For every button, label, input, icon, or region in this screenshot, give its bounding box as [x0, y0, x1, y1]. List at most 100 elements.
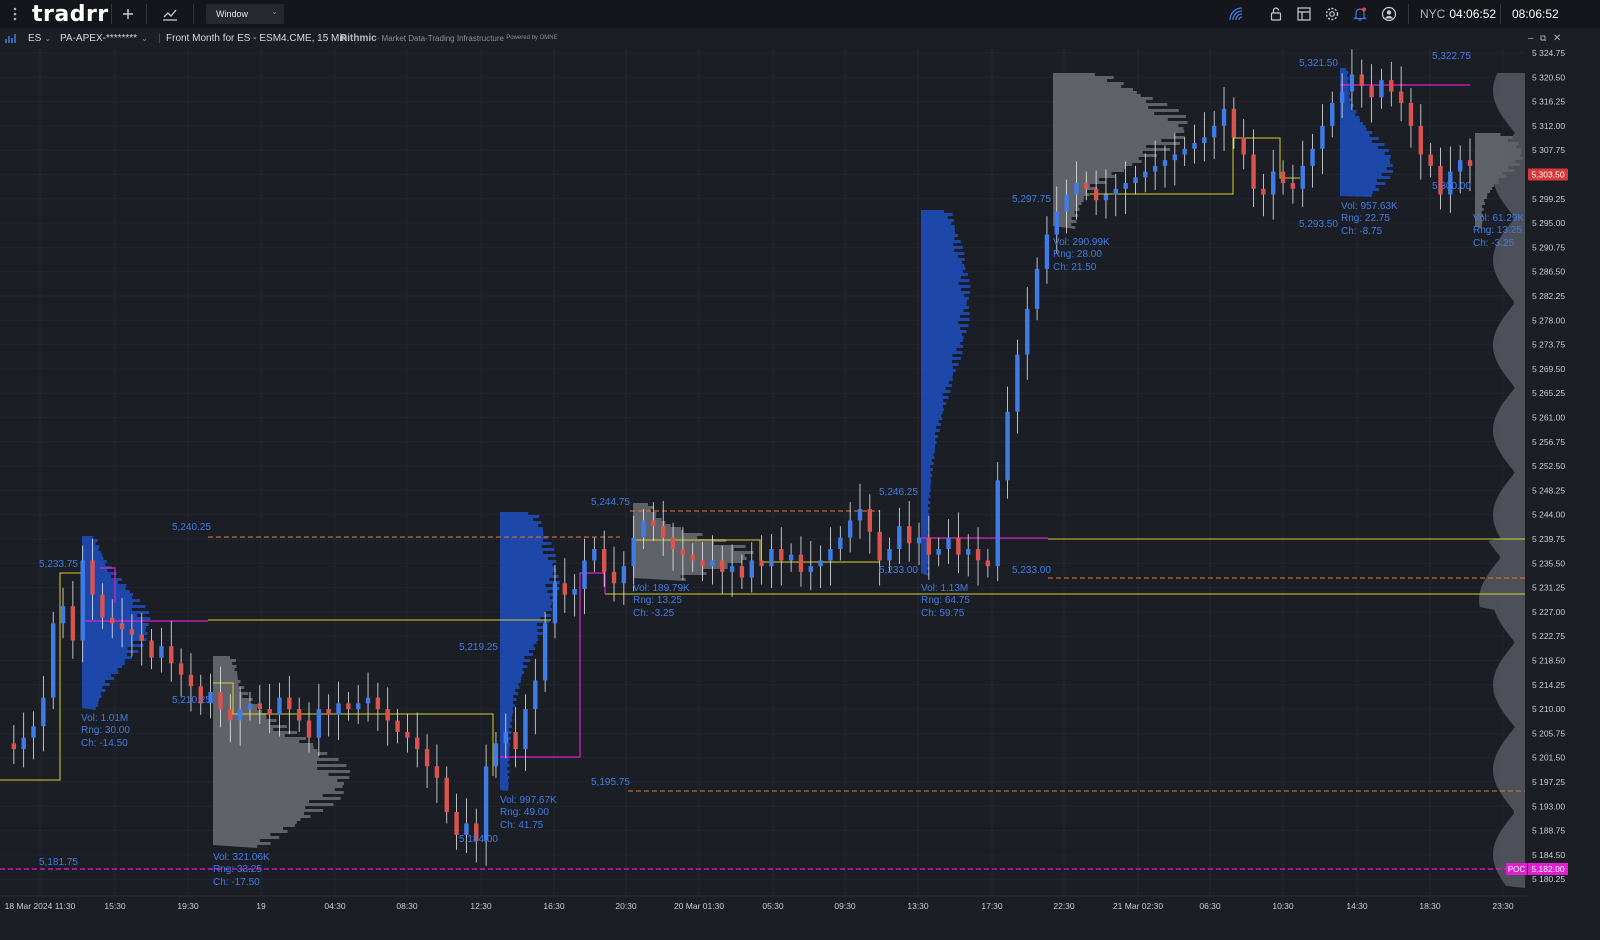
candle-body [257, 703, 263, 710]
price-axis-label: 5 320.50 [1532, 72, 1565, 82]
candle-body [936, 549, 941, 555]
restore-button[interactable]: ⧉ [1540, 28, 1546, 48]
candle-body [542, 623, 548, 681]
candle-body [60, 606, 66, 624]
candle-body [1152, 165, 1158, 172]
time-axis-label: 05:30 [762, 901, 784, 911]
candle-body [159, 646, 164, 658]
plus-icon[interactable] [120, 0, 136, 28]
candle-body [503, 731, 508, 744]
price-axis-label: 5 188.75 [1532, 826, 1565, 836]
candle-body [346, 703, 351, 710]
symbol-select[interactable]: ES ⌄ [28, 28, 51, 48]
candle-body [582, 560, 587, 590]
price-axis-label: 5 261.00 [1532, 413, 1565, 423]
candle-body [1133, 177, 1138, 184]
session-range-label: Rng: 13.25 [633, 595, 682, 606]
candle-body [956, 537, 961, 555]
kebab-menu-icon[interactable] [9, 0, 21, 28]
candle-body [1054, 211, 1059, 235]
candle-body [218, 691, 223, 710]
time-axis-label: 09:30 [834, 901, 856, 911]
candle-body [1339, 91, 1345, 104]
unlock-icon[interactable] [1268, 6, 1284, 22]
minimize-button[interactable]: – [1528, 28, 1534, 48]
session-change-label: Ch: -3.25 [1473, 238, 1515, 249]
bell-icon[interactable] [1352, 6, 1368, 22]
candle-body [966, 549, 971, 555]
time-axis-label: 12:30 [470, 901, 492, 911]
session-volume-label: Vol: 1.13M [921, 583, 968, 594]
account-select[interactable]: PA-APEX-******** ⌄ [60, 28, 148, 48]
signal-icon[interactable] [1228, 6, 1244, 22]
candle-body [720, 560, 725, 572]
session-range-label: Rng: 22.75 [1341, 213, 1390, 224]
instrument-icon [5, 28, 17, 48]
candle-body [100, 594, 105, 618]
price-axis-label: 5 201.50 [1532, 753, 1565, 763]
candle-body [375, 697, 381, 710]
close-button[interactable]: ✕ [1553, 28, 1561, 48]
candle-body [169, 646, 174, 664]
candle-body [847, 520, 853, 538]
price-axis-label: 5 218.50 [1532, 656, 1565, 666]
user-icon[interactable] [1381, 6, 1397, 22]
candle-body [21, 737, 26, 750]
current-price-label: 5,303.50 [1531, 170, 1564, 180]
candle-body [1290, 183, 1296, 189]
instrument-bar: ES ⌄ PA-APEX-******** ⌄ | Front Month for … [0, 28, 1600, 48]
candle-body [690, 554, 695, 561]
candle-body [651, 520, 656, 527]
chart-line-icon[interactable] [161, 0, 179, 28]
price-level-label: 5,195.75 [591, 777, 630, 788]
time-axis-label: 08:30 [396, 901, 418, 911]
candle-body [188, 674, 194, 687]
candle-body [405, 731, 410, 738]
price-level-label: 5,240.25 [172, 522, 211, 533]
price-axis-label: 5 248.25 [1532, 485, 1565, 495]
candle-body [670, 537, 676, 550]
candle-body [1123, 183, 1128, 189]
session-volume-label: Vol: 189.79K [633, 583, 690, 594]
candle-body [828, 549, 833, 561]
candle-body [1084, 183, 1089, 189]
session-range-label: Rng: 13.25 [1473, 225, 1522, 236]
session-range-label: Rng: 30.00 [81, 725, 130, 736]
price-level-label: 5,293.50 [1299, 219, 1338, 230]
app-logo: tradrr [32, 1, 109, 27]
price-level-label: 5,322.75 [1432, 51, 1471, 62]
candle-body [50, 623, 56, 698]
price-level-label: 5,219.25 [459, 642, 498, 653]
candle-body [1143, 171, 1148, 178]
session-change-label: Ch: -3.25 [633, 608, 675, 619]
price-chart[interactable]: 5,240.25 5,233.75 5,210.25 5,219.25 5,184.00… [0, 48, 1600, 935]
price-axis-label: 5 193.00 [1532, 801, 1565, 811]
nyc-clock: NYC 04:06:52 [1420, 7, 1497, 21]
price-axis-label: 5 227.00 [1532, 607, 1565, 617]
candle-body [739, 566, 745, 578]
price-axis-label: 5 273.75 [1532, 340, 1565, 350]
candle-body [798, 554, 804, 572]
poc-tag-label: POC [1508, 865, 1526, 874]
layout-icon[interactable] [1296, 6, 1312, 22]
chart-canvas[interactable]: 5,240.25 5,233.75 5,210.25 5,219.25 5,184.00… [0, 48, 1600, 935]
candle-body [601, 549, 607, 572]
candle-body [631, 537, 636, 567]
candle-body [80, 560, 85, 641]
candle-body [1251, 154, 1256, 189]
candle-body [975, 549, 981, 561]
candle-body [1093, 188, 1099, 201]
candle-body [31, 726, 36, 738]
candle-body [621, 566, 627, 584]
window-select[interactable]: Window ⌄ [206, 4, 284, 24]
candle-body [779, 549, 784, 561]
candle-body [749, 560, 754, 578]
price-level-label: 5,210.25 [172, 695, 211, 706]
session-change-label: Ch: -14.50 [81, 738, 128, 749]
session-change-label: Ch: 21.50 [1053, 262, 1097, 273]
session-volume-label: Vol: 1.01M [81, 713, 128, 724]
settings-icon[interactable] [1324, 6, 1340, 22]
session-change-label: Ch: -8.75 [1341, 226, 1383, 237]
candle-body [277, 697, 282, 715]
price-axis-label: 5 210.00 [1532, 704, 1565, 714]
